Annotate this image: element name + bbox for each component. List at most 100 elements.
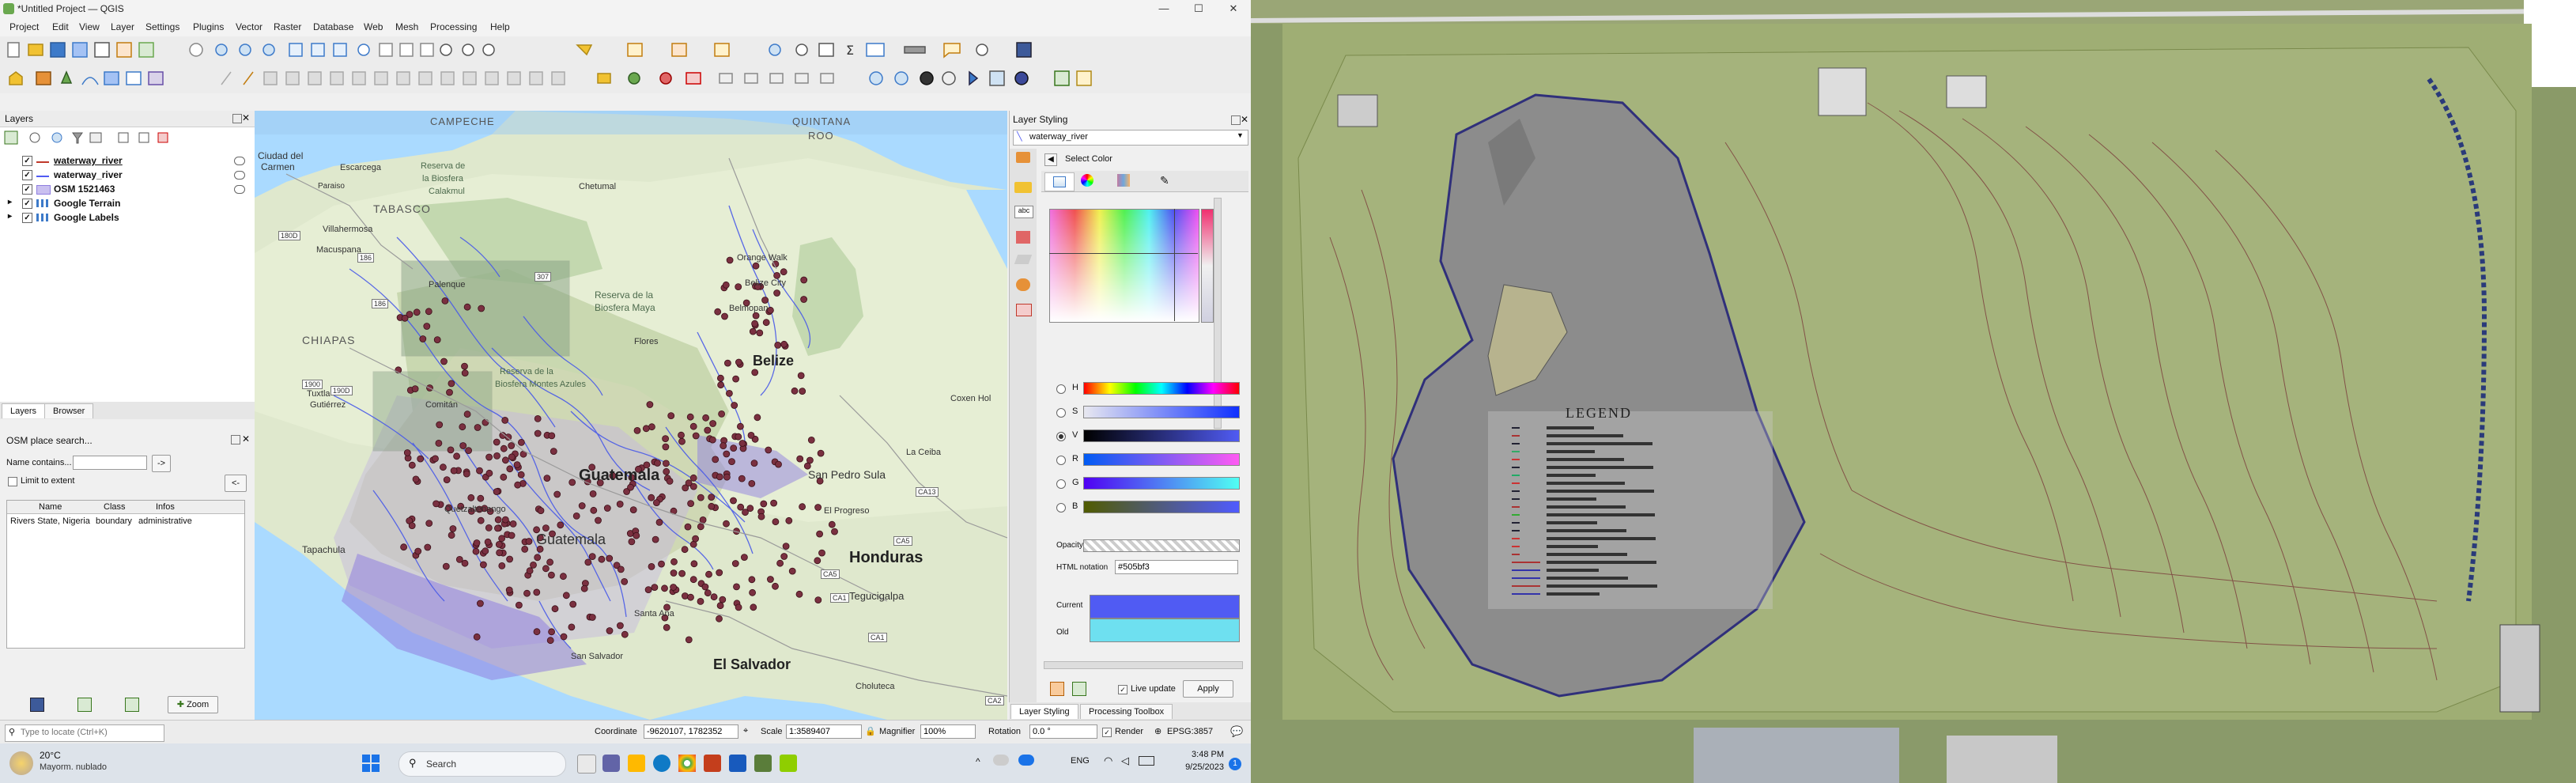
layer-item-osm[interactable]: ✓ OSM 1521463 — [0, 182, 255, 196]
opacity-slider[interactable] — [1083, 539, 1240, 552]
clock-time[interactable]: 3:48 PM — [1180, 750, 1224, 759]
zoom-extent-button[interactable] — [77, 698, 92, 712]
radio-v[interactable] — [1056, 432, 1066, 441]
onedrive-icon[interactable] — [993, 755, 1009, 766]
menu-processing[interactable]: Processing — [430, 21, 477, 32]
coordinate-input[interactable] — [644, 724, 738, 739]
menu-mesh[interactable]: Mesh — [395, 21, 418, 32]
extents-icon[interactable]: ⌖ — [743, 726, 748, 736]
powerpoint-icon[interactable] — [704, 755, 721, 772]
abc-masks-icon[interactable]: abc — [1014, 206, 1033, 218]
magnifier-input[interactable] — [920, 724, 976, 739]
locator-box[interactable]: ⚲ — [5, 724, 164, 742]
messages-icon[interactable]: 💬 — [1230, 725, 1243, 738]
app-taskbar-icon[interactable] — [780, 755, 797, 772]
tray-chevron-icon[interactable]: ^ — [976, 756, 980, 767]
language-indicator[interactable]: ENG — [1071, 756, 1090, 766]
search-back-button[interactable]: <- — [225, 475, 247, 492]
table-row[interactable]: Rivers State, Nigeria boundary administr… — [7, 515, 244, 528]
zoom-button[interactable]: ✚ Zoom — [168, 696, 218, 713]
close-button[interactable]: ✕ — [1216, 0, 1251, 17]
color-spectrum-area[interactable] — [1049, 209, 1199, 323]
layer-select-dropdown[interactable]: ╲ waterway_river ▼ — [1013, 130, 1248, 146]
notification-badge[interactable]: 1 — [1229, 758, 1241, 770]
toolbar-icons-row2[interactable] — [3, 69, 1110, 89]
menu-web[interactable]: Web — [364, 21, 383, 32]
menu-settings[interactable]: Settings — [145, 21, 179, 32]
labels-icon[interactable] — [1014, 182, 1032, 193]
tab-processing-toolbox[interactable]: Processing Toolbox — [1080, 704, 1173, 719]
select-layer-button[interactable] — [125, 698, 139, 712]
volume-icon[interactable]: ◁ — [1121, 755, 1129, 767]
hue-slider[interactable] — [1083, 382, 1240, 395]
tab-layer-styling[interactable]: Layer Styling — [1010, 704, 1078, 719]
scale-input[interactable] — [786, 724, 862, 739]
live-update-checkbox[interactable]: ✓ — [1118, 685, 1127, 694]
tab-browser[interactable]: Browser — [44, 403, 94, 418]
radio-b[interactable] — [1056, 503, 1066, 513]
fields-icon[interactable] — [1016, 278, 1030, 291]
map-render[interactable] — [255, 111, 1007, 720]
layer-item-waterway-river-1[interactable]: ✓ waterway_river — [0, 153, 255, 168]
layer-checkbox[interactable]: ✓ — [22, 156, 32, 166]
tab-color-ramp[interactable] — [1044, 172, 1075, 191]
qgis-taskbar-icon[interactable] — [754, 755, 772, 772]
globe-icon[interactable]: ⊕ — [1154, 726, 1161, 736]
color-swatches-icon[interactable] — [1117, 174, 1130, 187]
column-class-header[interactable]: Class — [104, 502, 126, 512]
green-slider[interactable] — [1083, 477, 1240, 490]
menu-edit[interactable]: Edit — [52, 21, 69, 32]
clock-date[interactable]: 9/25/2023 — [1172, 762, 1224, 772]
weather-icon[interactable] — [9, 751, 33, 775]
blue-slider[interactable] — [1083, 501, 1240, 513]
indicator-icon[interactable] — [234, 171, 245, 180]
battery-icon[interactable] — [1139, 756, 1154, 766]
taskbar-search[interactable]: ⚲ Search — [398, 751, 566, 777]
float-panel-button[interactable] — [232, 114, 242, 123]
html-notation-input[interactable] — [1115, 560, 1238, 574]
layer-item-google-terrain[interactable]: ▸ ✓ Google Terrain — [0, 196, 255, 210]
column-infos-header[interactable]: Infos — [156, 502, 175, 512]
wifi-icon[interactable]: ◠ — [1104, 755, 1112, 767]
layer-icon-button[interactable] — [30, 698, 44, 712]
map-canvas[interactable]: CAMPECHE QUINTANA ROO Ciudad del Carmen Escar… — [255, 111, 1007, 720]
horizontal-scrollbar[interactable] — [1044, 661, 1243, 669]
close-panel-icon[interactable]: ✕ — [242, 112, 250, 123]
windows-start-icon[interactable] — [362, 755, 380, 772]
color-wheel-icon[interactable] — [1081, 174, 1093, 187]
menu-layer[interactable]: Layer — [111, 21, 134, 32]
layer-checkbox[interactable]: ✓ — [22, 199, 32, 209]
search-go-button[interactable]: -> — [152, 455, 171, 472]
radio-h[interactable] — [1056, 384, 1066, 394]
layer-checkbox[interactable]: ✓ — [22, 170, 32, 180]
layers-toolbar[interactable] — [0, 128, 255, 147]
close-panel-icon[interactable]: ✕ — [1241, 114, 1248, 125]
maximize-button[interactable]: ☐ — [1181, 0, 1216, 17]
minimize-button[interactable]: — — [1146, 0, 1181, 17]
layer-checkbox[interactable]: ✓ — [22, 213, 32, 223]
column-name-header[interactable]: Name — [39, 502, 62, 512]
back-button[interactable]: ◀ — [1044, 153, 1057, 166]
radio-g[interactable] — [1056, 479, 1066, 489]
teams-icon[interactable] — [602, 755, 620, 772]
chrome-icon[interactable] — [678, 755, 696, 772]
edge-icon[interactable] — [653, 755, 670, 772]
float-panel-button[interactable] — [1231, 115, 1241, 125]
task-view-icon[interactable] — [577, 755, 596, 774]
redo-style-icon[interactable] — [1072, 682, 1086, 696]
indicator-icon[interactable] — [234, 185, 245, 194]
layer-checkbox[interactable]: ✓ — [22, 184, 32, 195]
indicator-icon[interactable] — [234, 157, 245, 165]
layer-item-google-labels[interactable]: ▸ ✓ Google Labels — [0, 210, 255, 225]
red-slider[interactable] — [1083, 453, 1240, 466]
menu-raster[interactable]: Raster — [274, 21, 301, 32]
undo-style-icon[interactable] — [1050, 682, 1064, 696]
menu-database[interactable]: Database — [313, 21, 353, 32]
menu-plugins[interactable]: Plugins — [193, 21, 224, 32]
apply-button[interactable]: Apply — [1183, 680, 1233, 698]
name-contains-input[interactable] — [73, 456, 147, 470]
lock-icon[interactable]: 🔒 — [865, 726, 876, 736]
menu-view[interactable]: View — [79, 21, 100, 32]
rotation-input[interactable] — [1029, 724, 1097, 739]
limit-extent-checkbox[interactable] — [8, 477, 17, 486]
